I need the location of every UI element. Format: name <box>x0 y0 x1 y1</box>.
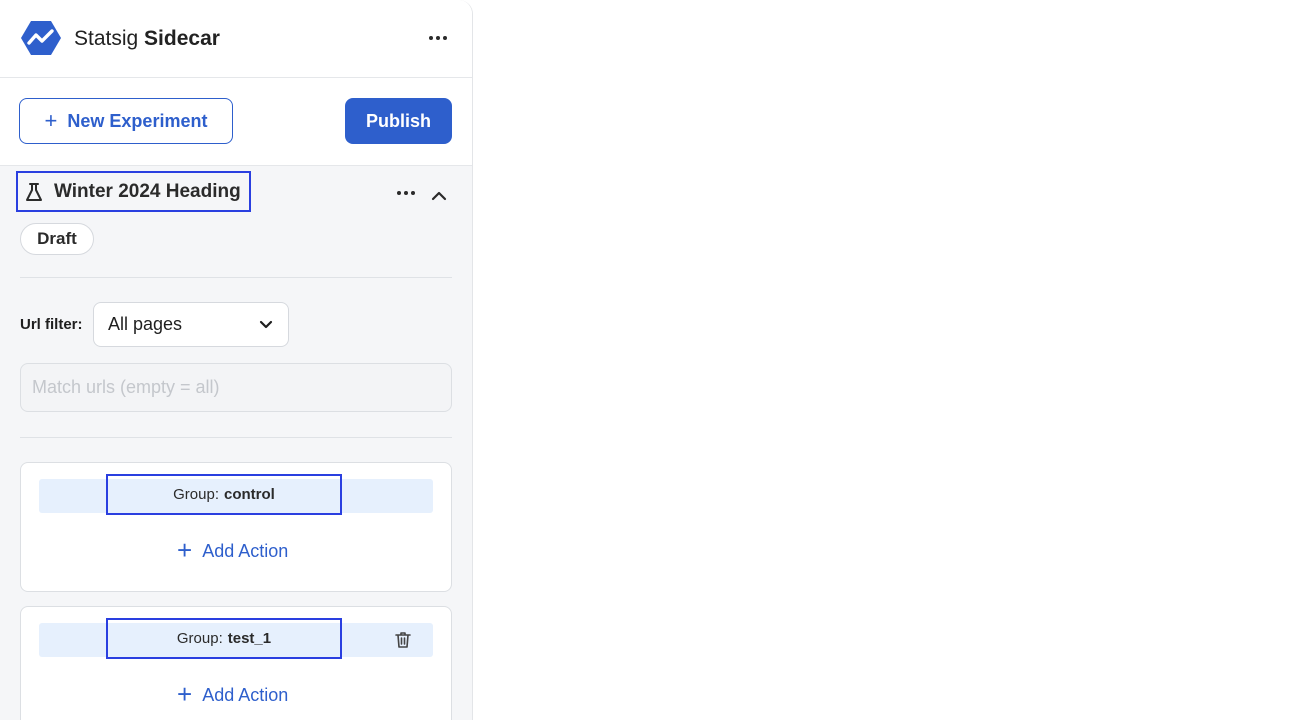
plus-icon: + <box>177 535 193 565</box>
chevron-down-icon <box>259 320 273 328</box>
group-label[interactable]: Group: test_1 <box>106 618 342 659</box>
new-experiment-button[interactable]: + New Experiment <box>19 98 233 144</box>
publish-button[interactable]: Publish <box>345 98 452 144</box>
match-urls-input[interactable] <box>20 363 452 412</box>
plus-icon: + <box>44 108 58 133</box>
group-card-control: Group: control + Add Action <box>20 462 452 592</box>
group-prefix: Group: <box>173 486 219 503</box>
experiment-more-button[interactable] <box>393 184 419 202</box>
plus-icon: + <box>177 679 193 709</box>
experiment-title[interactable]: Winter 2024 Heading <box>16 171 251 212</box>
experiment-title-text: Winter 2024 Heading <box>54 180 241 202</box>
header-more-button[interactable] <box>424 28 452 48</box>
group-card-test-1: Group: test_1 + Add Action <box>20 606 452 720</box>
add-action-button[interactable]: + Add Action <box>177 679 289 709</box>
statsig-logo-icon <box>21 21 61 55</box>
group-label[interactable]: Group: control <box>106 474 342 515</box>
brand-name: Sidecar <box>144 27 220 50</box>
new-experiment-label: New Experiment <box>67 110 208 131</box>
divider <box>20 277 452 278</box>
group-name: control <box>224 486 275 503</box>
add-action-button[interactable]: + Add Action <box>177 535 289 565</box>
trash-icon[interactable] <box>393 630 413 650</box>
group-header: Group: test_1 <box>39 618 433 659</box>
url-filter-select[interactable]: All pages <box>93 302 289 347</box>
group-name: test_1 <box>227 630 272 647</box>
status-badge: Draft <box>20 223 94 255</box>
brand-prefix: Statsig <box>74 27 139 50</box>
more-horizontal-icon <box>397 191 415 195</box>
chevron-up-icon[interactable] <box>428 184 450 206</box>
sidecar-panel: Statsig Sidecar + New Experiment Publish… <box>0 0 473 720</box>
add-action-label: Add Action <box>202 540 289 561</box>
url-filter-label: Url filter: <box>20 316 83 333</box>
flask-icon <box>26 182 42 201</box>
group-header: Group: control <box>39 474 433 515</box>
url-filter-value: All pages <box>108 314 183 334</box>
divider <box>20 437 452 438</box>
add-action-label: Add Action <box>202 684 289 705</box>
app-title: Statsig Sidecar <box>74 27 220 51</box>
group-prefix: Group: <box>176 630 223 647</box>
more-horizontal-icon <box>429 36 447 40</box>
app-header: Statsig Sidecar <box>0 0 472 78</box>
toolbar: + New Experiment Publish <box>0 78 472 166</box>
